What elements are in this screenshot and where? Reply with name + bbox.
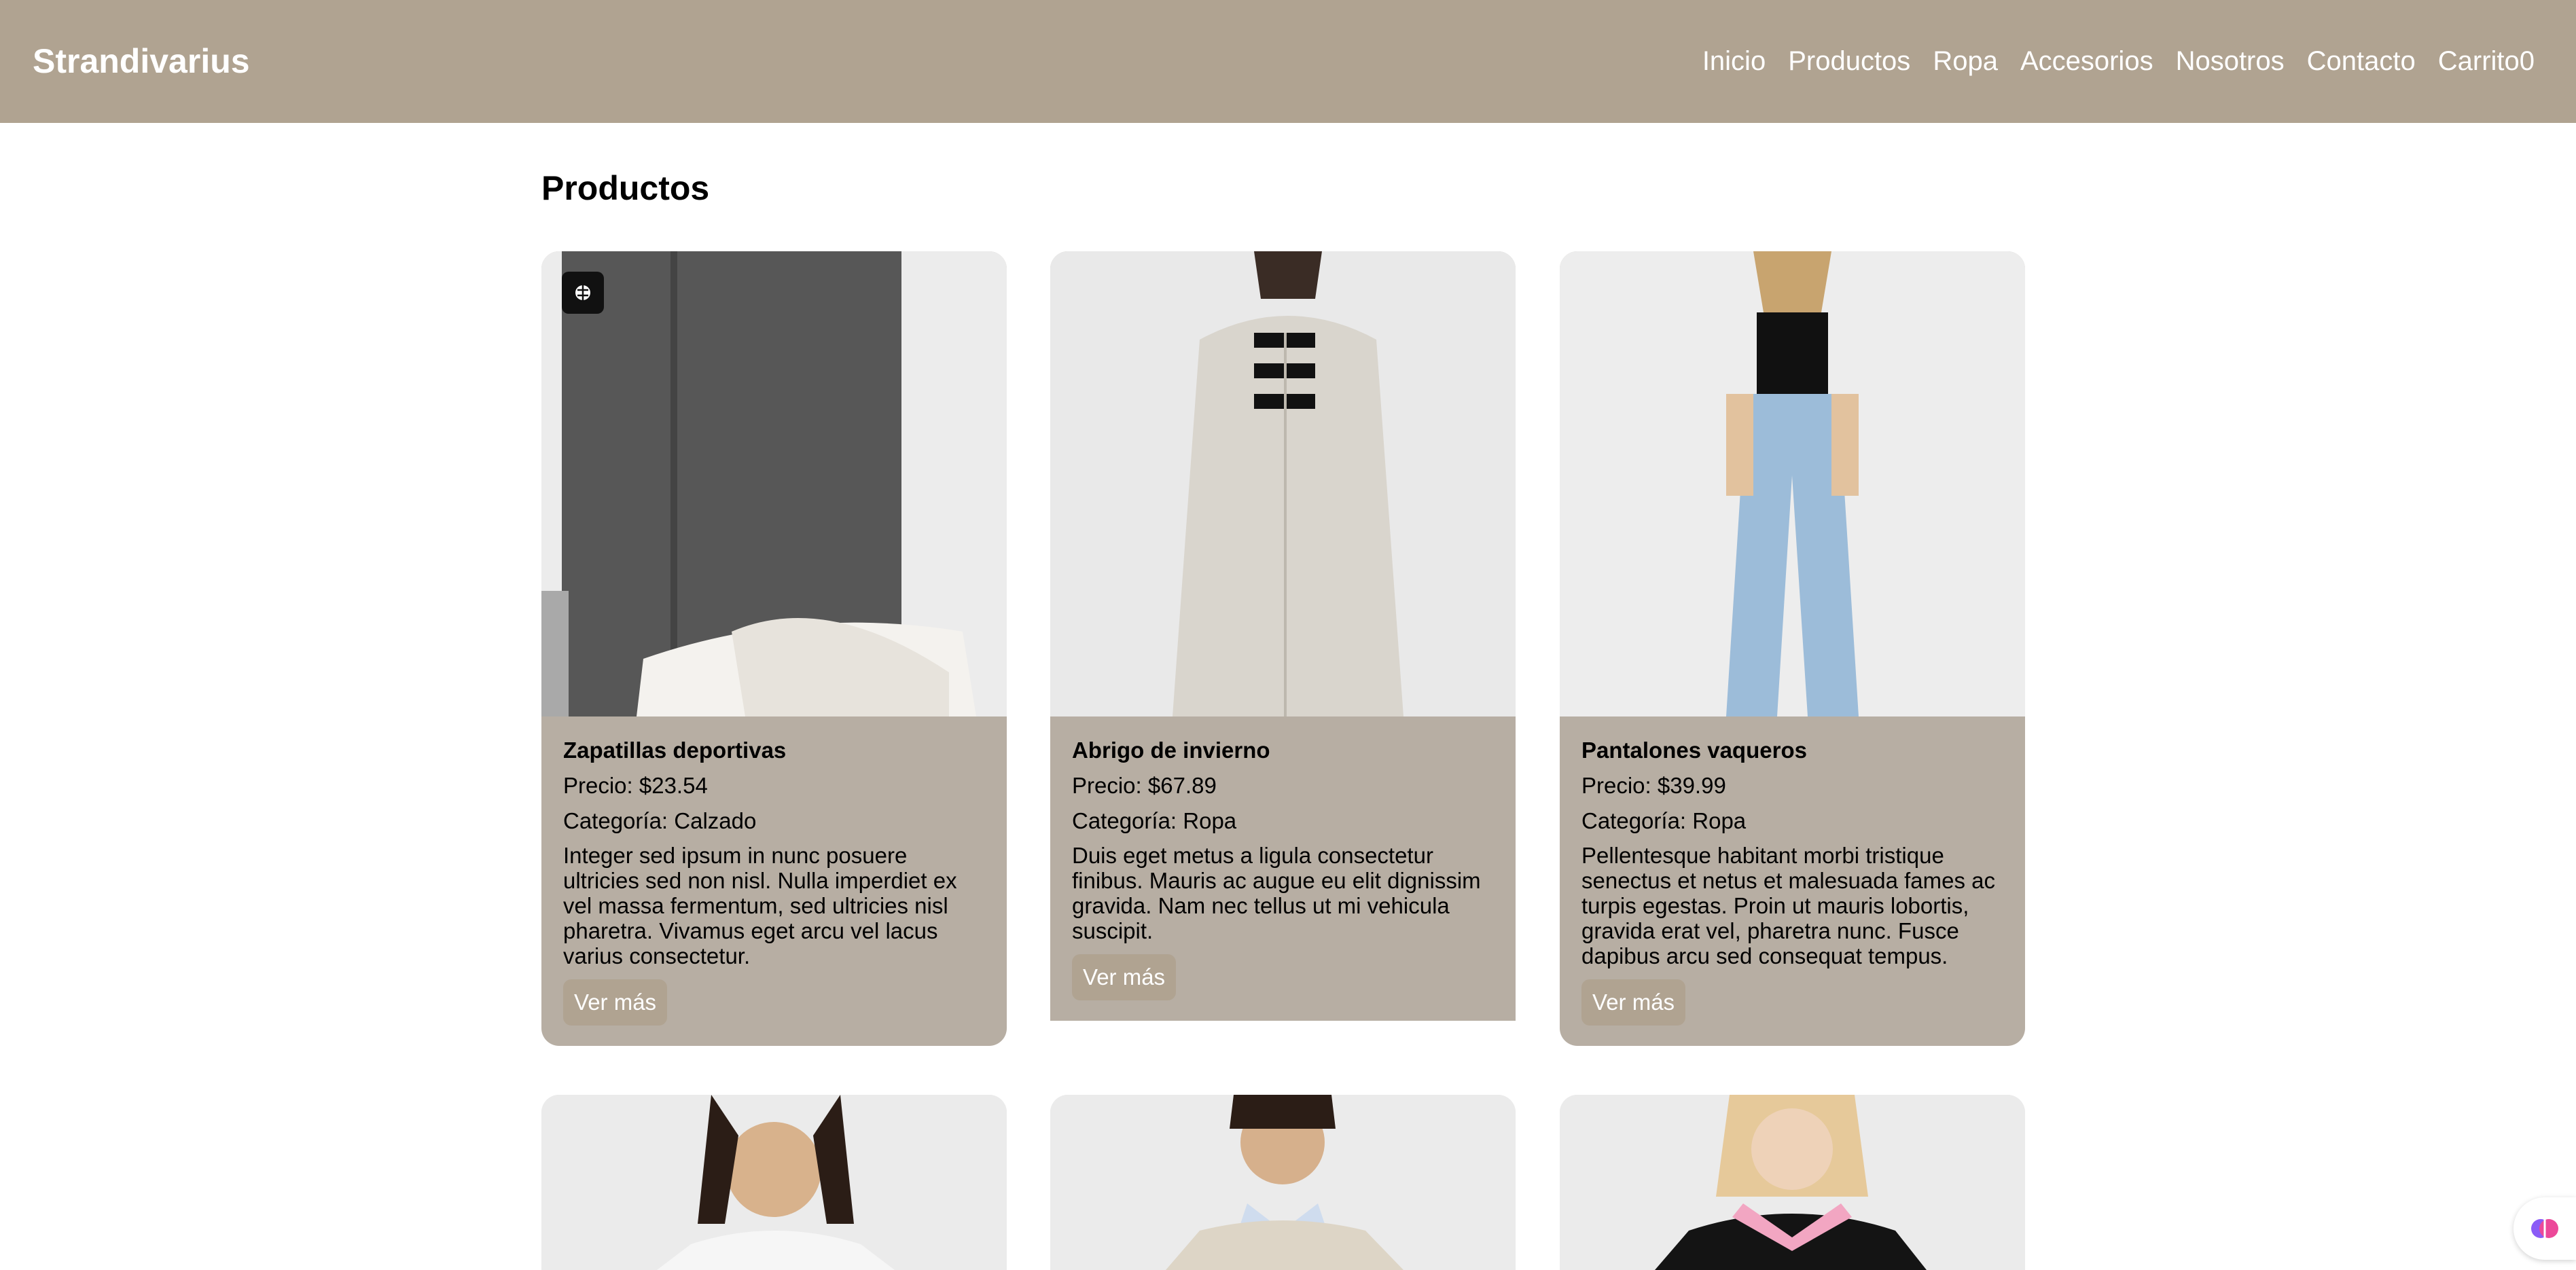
page-title: Productos [541, 169, 710, 207]
nav-productos[interactable]: Productos [1788, 39, 1910, 83]
nav-carrito[interactable]: Carrito0 [2438, 39, 2535, 83]
brain-icon[interactable] [562, 272, 604, 314]
product-card: Abrigo de invierno Precio: $67.89 Catego… [1050, 251, 1516, 1021]
coat-photo [1050, 251, 1516, 716]
product-info: Zapatillas deportivas Precio: $23.54 Cat… [541, 716, 1007, 1046]
product-info: Pantalones vaqueros Precio: $39.99 Categ… [1560, 716, 2025, 1046]
product-price: Precio: $67.89 [1072, 773, 1217, 798]
product-card [1050, 1095, 1516, 1270]
product-card [1560, 1095, 2025, 1270]
nav-inicio[interactable]: Inicio [1702, 39, 1766, 83]
product-price: Precio: $39.99 [1581, 773, 1726, 798]
product-description: Duis eget metus a ligula consectetur fin… [1072, 843, 1481, 943]
nav-ropa[interactable]: Ropa [1933, 39, 1998, 83]
jeans-photo [1560, 251, 2025, 716]
product-name: Abrigo de invierno [1072, 738, 1270, 763]
product-name: Zapatillas deportivas [563, 738, 787, 763]
ver-mas-button[interactable]: Ver más [563, 979, 668, 1026]
product-card: Zapatillas deportivas Precio: $23.54 Cat… [541, 251, 1007, 1046]
floating-assistant-button[interactable] [2514, 1197, 2576, 1260]
product-description: Integer sed ipsum in nunc posuere ultric… [563, 843, 957, 968]
product-info: Abrigo de invierno Precio: $67.89 Catego… [1050, 716, 1516, 1021]
nav-accesorios[interactable]: Accesorios [2020, 39, 2153, 83]
product-image-jeans[interactable] [1560, 251, 2025, 716]
product-category: Categoría: Ropa [1072, 808, 1237, 833]
product-name: Pantalones vaqueros [1581, 738, 1807, 763]
nav-nosotros[interactable]: Nosotros [2176, 39, 2285, 83]
product-card: Pantalones vaqueros Precio: $39.99 Categ… [1560, 251, 2025, 1046]
product-image-shirt[interactable] [541, 1095, 1007, 1270]
brand-logo-text[interactable]: Strandivarius [33, 39, 250, 83]
product-description: Pellentesque habitant morbi tristique se… [1581, 843, 1996, 968]
product-image-coat[interactable] [1050, 251, 1516, 716]
product-price: Precio: $23.54 [563, 773, 708, 798]
ver-mas-button[interactable]: Ver más [1581, 979, 1686, 1026]
top-navigation-bar: Strandivarius Inicio Productos Ropa Acce… [0, 0, 2576, 123]
product-image-sneakers[interactable] [541, 251, 1007, 716]
product-image-cardigan[interactable] [1050, 1095, 1516, 1270]
product-card [541, 1095, 1007, 1270]
brain-icon [2531, 1219, 2558, 1238]
ver-mas-button[interactable]: Ver más [1072, 954, 1177, 1000]
main-nav: Inicio Productos Ropa Accesorios Nosotro… [1702, 39, 2535, 83]
sneakers-photo [541, 251, 1007, 716]
product-category: Categoría: Ropa [1581, 808, 1747, 833]
nav-contacto[interactable]: Contacto [2307, 39, 2416, 83]
product-category: Categoría: Calzado [563, 808, 757, 833]
product-image-jersey[interactable] [1560, 1095, 2025, 1270]
